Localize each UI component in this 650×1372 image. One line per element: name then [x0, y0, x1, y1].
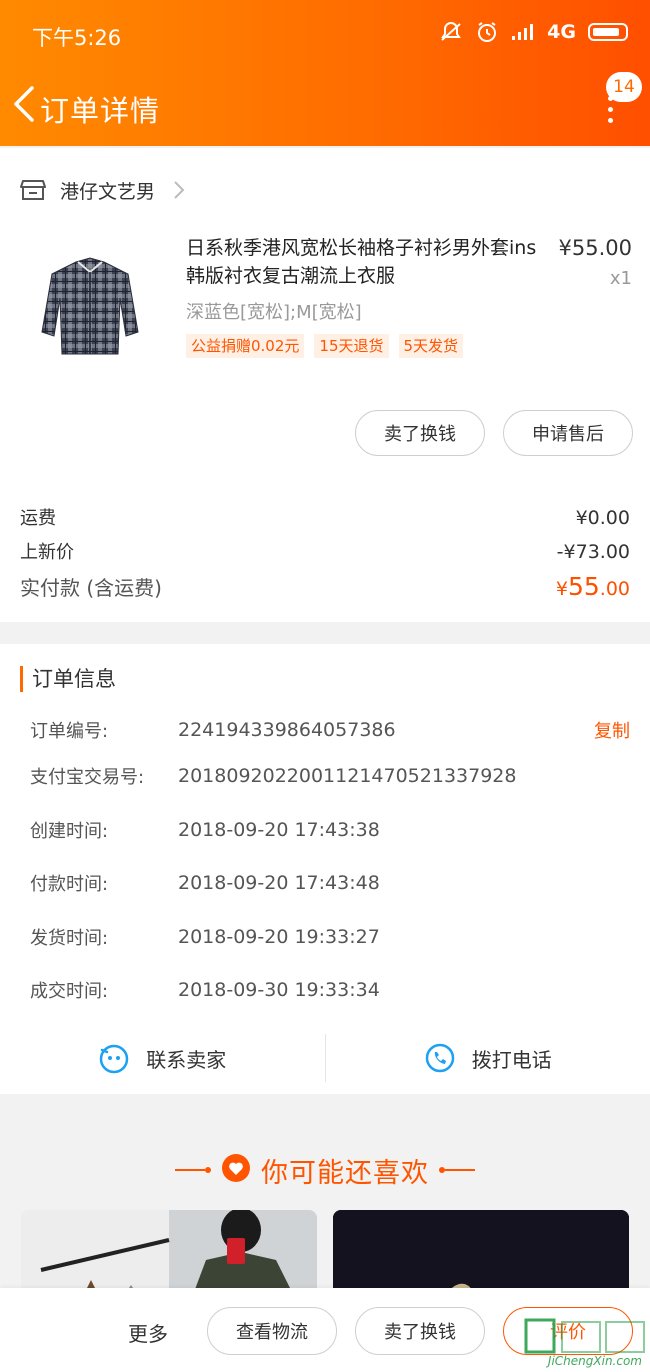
shipped-time: 2018-09-20 19:33:27 [178, 926, 380, 948]
order-info-card: 订单信息 订单编号: 224194339864057386 复制 支付宝交易号:… [0, 644, 650, 1094]
product-quantity: x1 [609, 268, 632, 289]
paid-time-row: 付款时间: 2018-09-20 17:43:48 [30, 869, 630, 897]
status-time: 下午5:26 [32, 26, 122, 50]
network-type: 4G [547, 21, 576, 43]
sell-for-cash-bottom-button[interactable]: 卖了换钱 [355, 1307, 485, 1355]
shipping-value: ¥0.00 [575, 507, 630, 529]
new-price-row: 上新价 -¥73.00 [20, 538, 630, 564]
status-bar: 下午5:26 4G [0, 18, 650, 54]
chat-face-icon [100, 1044, 129, 1074]
paid-time: 2018-09-20 17:43:48 [178, 872, 380, 894]
recommend-item-image[interactable] [333, 1210, 629, 1300]
shipping-label: 运费 [20, 508, 56, 529]
call-phone-button[interactable]: 拨打电话 [326, 1022, 650, 1094]
more-actions-link[interactable]: 更多 [128, 1318, 168, 1347]
product-title[interactable]: 日系秋季港风宽松长袖格子衬衫男外套ins韩版衬衣复古潮流上衣服 [186, 234, 548, 290]
decor-line [175, 1167, 211, 1173]
sell-for-cash-button[interactable]: 卖了换钱 [355, 410, 485, 456]
new-price-label: 上新价 [20, 542, 74, 563]
paid-integer: 55 [567, 572, 600, 601]
apply-after-sale-button[interactable]: 申请售后 [503, 410, 633, 456]
mute-icon [439, 20, 463, 44]
shop-link[interactable]: 港仔文艺男 [20, 174, 185, 206]
chevron-right-icon [173, 180, 185, 200]
paid-currency: ¥ [555, 578, 568, 600]
info-label: 订单编号: [30, 721, 109, 742]
completed-time: 2018-09-30 19:33:34 [178, 979, 380, 1001]
product-image[interactable] [38, 254, 142, 362]
paid-amount: ¥55.00 [556, 572, 630, 601]
order-item-card: 港仔文艺男 日系秋季港风宽松长袖格子衬衫男外套ins韩版衬衣复古潮流上衣服 ¥5… [0, 148, 650, 622]
created-time: 2018-09-20 17:43:38 [178, 819, 380, 841]
page-title: 订单详情 [40, 94, 161, 128]
product-sku: 深蓝色[宽松];M[宽松] [186, 302, 362, 323]
nav-bar: 订单详情 14 [0, 72, 650, 140]
info-label: 创建时间: [30, 821, 109, 842]
alarm-icon [475, 20, 499, 44]
recommend-item-image[interactable] [21, 1210, 317, 1300]
tag-delivery: 5天发货 [398, 334, 464, 358]
battery-icon [588, 23, 628, 41]
signal-icon [511, 22, 535, 42]
completed-time-row: 成交时间: 2018-09-30 19:33:34 [30, 976, 630, 1004]
header: 下午5:26 4G 订单详情 14 [0, 0, 650, 146]
tag-charity: 公益捐赠0.02元 [186, 334, 305, 358]
contact-bar: 联系卖家 拨打电话 [0, 1022, 650, 1094]
new-price-value: -¥73.00 [556, 541, 630, 563]
alipay-trade-row: 支付宝交易号: 2018092022001121470521337928 [30, 762, 630, 790]
shop-name: 港仔文艺男 [60, 180, 156, 203]
message-count-badge[interactable]: 14 [606, 72, 642, 102]
shipped-time-row: 发货时间: 2018-09-20 19:33:27 [30, 923, 630, 951]
back-chevron-icon[interactable] [10, 84, 38, 124]
created-time-row: 创建时间: 2018-09-20 17:43:38 [30, 816, 630, 844]
phone-icon [425, 1043, 454, 1073]
heart-icon [221, 1153, 251, 1187]
contact-seller-button[interactable]: 联系卖家 [0, 1022, 325, 1094]
info-label: 付款时间: [30, 874, 109, 895]
recommend-header: 你可能还喜欢 [0, 1148, 650, 1192]
product-price: ¥55.00 [558, 236, 632, 260]
service-tags: 公益捐赠0.02元 15天退货 5天发货 [186, 334, 464, 358]
view-logistics-button[interactable]: 查看物流 [207, 1307, 337, 1355]
copy-order-number-link[interactable]: 复制 [594, 717, 630, 743]
info-label: 支付宝交易号: [30, 767, 145, 788]
paid-label: 实付款 (含运费) [20, 576, 162, 600]
order-number-row: 订单编号: 224194339864057386 复制 [30, 716, 630, 744]
tag-return: 15天退货 [314, 334, 389, 358]
store-icon [20, 178, 46, 202]
shipping-fee-row: 运费 ¥0.00 [20, 504, 630, 530]
paid-decimal: .00 [599, 578, 630, 600]
paid-amount-row: 实付款 (含运费) ¥55.00 [20, 572, 630, 601]
order-number: 224194339864057386 [178, 719, 396, 741]
watermark-logo: JiChengXin.com [522, 1318, 648, 1370]
alipay-trade-number: 2018092022001121470521337928 [178, 765, 517, 787]
order-info-title: 订单信息 [20, 666, 116, 692]
recommend-title: 你可能还喜欢 [261, 1157, 429, 1189]
watermark-text: JiChengXin.com [547, 1354, 642, 1368]
status-icons: 4G [439, 20, 628, 44]
decor-line [439, 1167, 475, 1173]
info-label: 成交时间: [30, 981, 109, 1002]
call-phone-label: 拨打电话 [471, 1047, 552, 1072]
info-label: 发货时间: [30, 928, 109, 949]
contact-seller-label: 联系卖家 [146, 1047, 227, 1072]
